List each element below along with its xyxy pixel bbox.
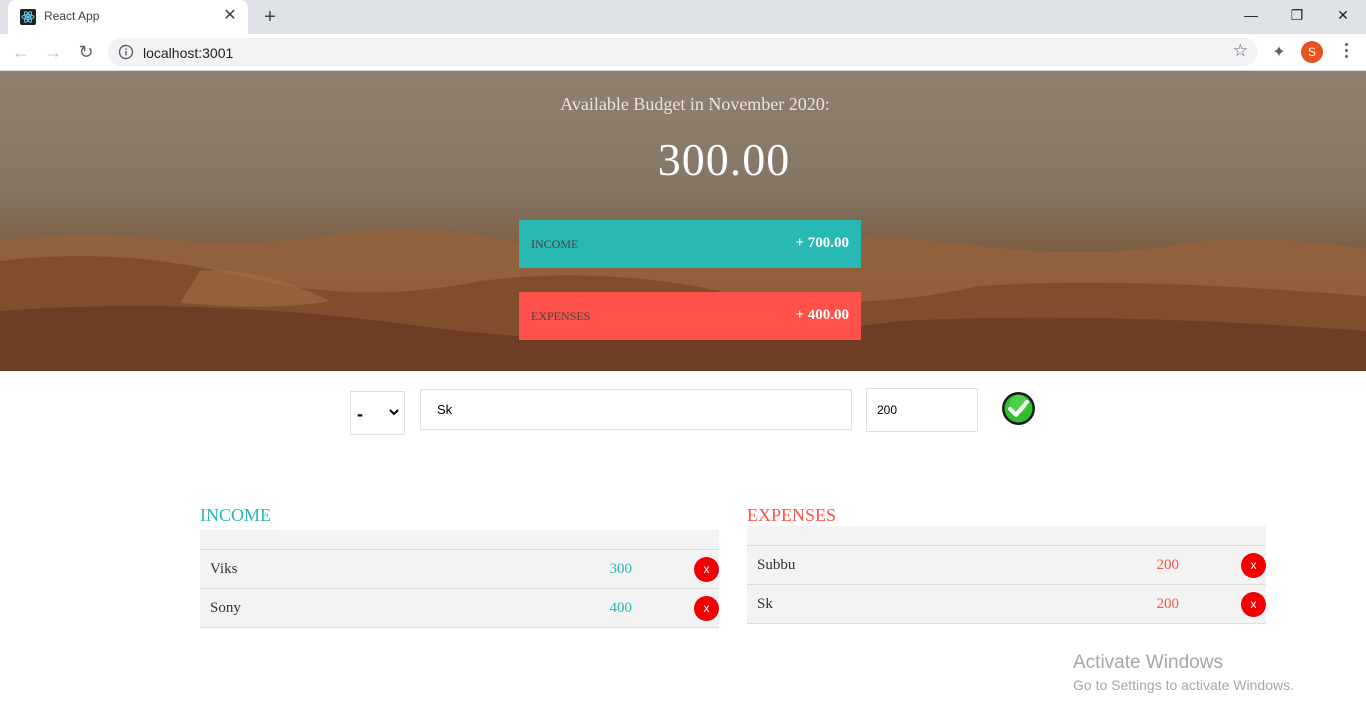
url-text: localhost:3001 [143,45,234,61]
new-tab-icon[interactable]: + [258,6,282,28]
income-summary-label: INCOME [531,237,579,251]
checkmark-circle-icon[interactable] [1001,391,1036,426]
item-description: Viks [210,561,238,577]
income-list: INCOME Viks 300 x Sony 400 x [200,505,719,628]
expenses-summary: EXPENSES + 400.00 [519,292,861,340]
delete-button[interactable]: x [1241,592,1266,617]
value-input[interactable]: 200 [866,388,978,432]
list-item: Subbu 200 x [747,546,1266,585]
browser-tab-strip: React App ✕ + — ❐ ✕ [0,0,1366,34]
item-description: Sk [757,596,773,612]
window-close-icon[interactable]: ✕ [1320,0,1366,30]
forward-icon[interactable]: → [41,40,65,64]
react-logo-icon [20,9,36,25]
description-input[interactable]: Sk [420,389,852,430]
minimize-icon[interactable]: — [1228,0,1274,30]
expenses-summary-value: + 400.00 [795,307,849,323]
expenses-list-header [747,526,1266,546]
budget-hero: Available Budget in November 2020: 300.0… [0,71,1366,371]
income-list-title: INCOME [200,505,271,525]
item-description: Sony [210,600,241,616]
activate-windows-title: Activate Windows [1073,652,1223,673]
address-bar[interactable]: localhost:3001 ☆ [108,38,1258,66]
type-select-value: - [357,404,363,424]
browser-menu-icon[interactable] [1336,40,1356,64]
back-icon[interactable]: ← [9,40,33,64]
item-value: 400 [609,600,633,616]
list-item: Viks 300 x [200,550,719,589]
browser-tab[interactable]: React App ✕ [8,0,248,34]
tab-title: React App [44,9,100,23]
income-summary: INCOME + 700.00 [519,220,861,268]
expenses-list: EXPENSES Subbu 200 x Sk 200 x [747,505,1266,624]
income-summary-value: + 700.00 [795,235,849,251]
item-value: 300 [609,561,633,577]
reload-icon[interactable]: ↻ [74,40,98,64]
item-description: Subbu [757,557,796,573]
activate-windows-subtitle: Go to Settings to activate Windows. [1073,677,1294,693]
tab-close-icon[interactable]: ✕ [222,8,238,24]
bookmark-star-icon[interactable]: ☆ [1233,41,1248,61]
budget-title: Available Budget in November 2020: [560,94,830,114]
chevron-down-icon [389,409,399,416]
extensions-puzzle-icon[interactable]: ✦ [1268,42,1290,62]
delete-button[interactable]: x [694,596,719,621]
profile-avatar[interactable]: S [1301,41,1323,63]
list-item: Sk 200 x [747,585,1266,624]
income-list-header [200,530,719,550]
type-select[interactable]: - [350,391,405,435]
browser-toolbar: ← → ↻ localhost:3001 ☆ [0,34,1366,71]
item-value: 200 [1156,557,1180,573]
restore-icon[interactable]: ❐ [1274,0,1320,30]
delete-button[interactable]: x [694,557,719,582]
list-item: Sony 400 x [200,589,719,628]
expenses-summary-label: EXPENSES [531,309,591,323]
delete-button[interactable]: x [1241,553,1266,578]
budget-value: 300.00 [657,134,791,185]
expenses-list-title: EXPENSES [747,505,837,525]
item-value: 200 [1156,596,1180,612]
info-icon[interactable] [118,44,134,60]
